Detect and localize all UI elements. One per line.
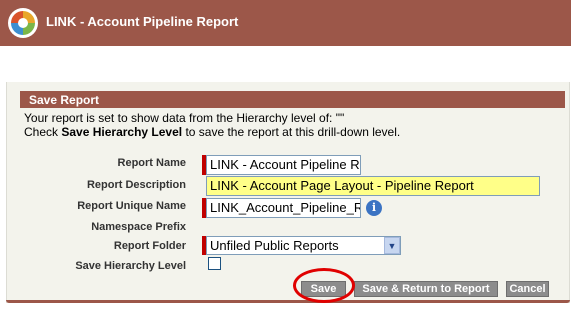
report-description-label: Report Description <box>86 179 186 191</box>
save-hierarchy-checkbox[interactable] <box>208 257 221 270</box>
chevron-down-icon[interactable]: ▼ <box>384 237 400 254</box>
report-name-label: Report Name <box>117 157 186 169</box>
report-name-input[interactable]: LINK - Account Pipeline R <box>206 155 361 175</box>
salesforce-cube-icon <box>8 8 38 38</box>
report-description-input[interactable]: LINK - Account Page Layout - Pipeline Re… <box>206 176 540 196</box>
report-folder-label: Report Folder <box>113 240 186 252</box>
save-return-button[interactable]: Save & Return to Report <box>354 281 498 297</box>
panel-title: Save Report <box>29 93 100 107</box>
hierarchy-instruction-text: Check Save Hierarchy Level to save the r… <box>24 125 400 139</box>
instruction-prefix: Check <box>24 125 62 139</box>
panel-bottom-border <box>6 300 570 303</box>
save-hierarchy-label: Save Hierarchy Level <box>75 260 186 272</box>
instruction-suffix: to save the report at this drill-down le… <box>182 125 401 139</box>
report-unique-name-label: Report Unique Name <box>77 200 186 212</box>
instruction-bold: Save Hierarchy Level <box>61 125 183 139</box>
report-unique-name-input[interactable]: LINK_Account_Pipeline_R <box>206 198 361 218</box>
page-title: LINK - Account Pipeline Report <box>46 14 239 29</box>
report-folder-select[interactable]: Unfiled Public Reports <box>206 236 401 255</box>
report-folder-value: Unfiled Public Reports <box>210 238 339 253</box>
panel-header <box>20 91 565 108</box>
namespace-prefix-label: Namespace Prefix <box>91 221 186 233</box>
hierarchy-info-text: Your report is set to show data from the… <box>24 111 345 125</box>
annotation-circle <box>293 268 355 303</box>
info-icon[interactable]: i <box>366 200 382 216</box>
cancel-button[interactable]: Cancel <box>506 281 549 297</box>
